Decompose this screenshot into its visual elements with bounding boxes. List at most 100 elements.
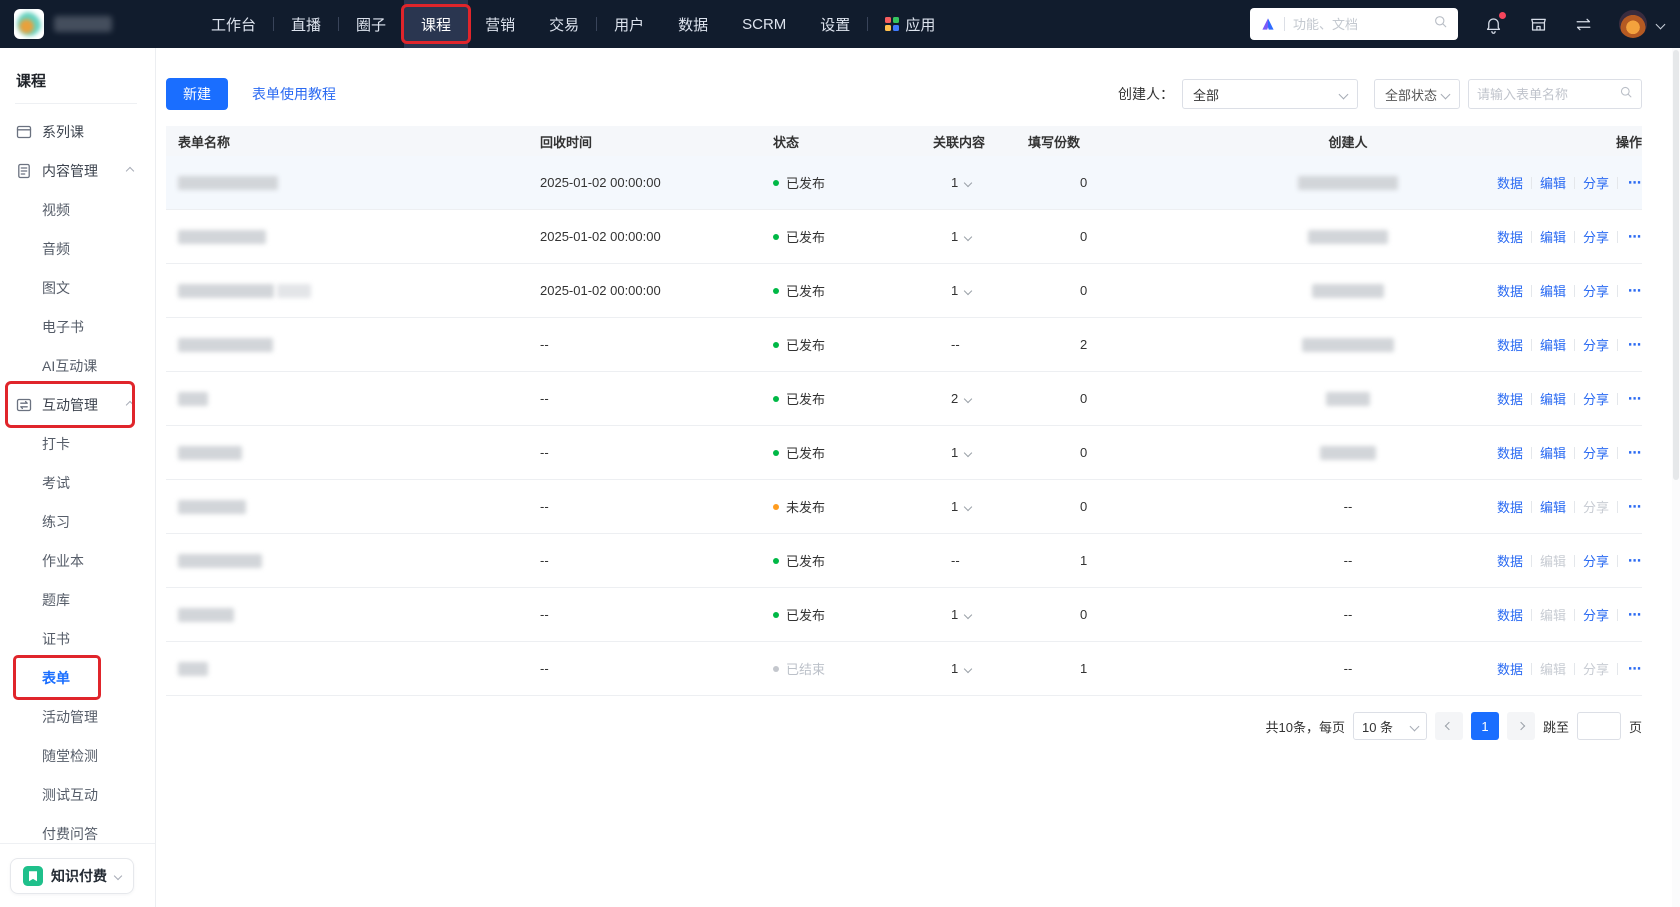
search-icon[interactable] [1433,14,1448,34]
sidebar-item-视频[interactable]: 视频 [0,190,155,229]
related-expand-chevron-icon[interactable] [963,394,973,403]
next-page-button[interactable] [1506,712,1535,740]
store-icon[interactable] [1529,15,1548,34]
search-icon[interactable] [1619,85,1633,104]
sidebar-item-题库[interactable]: 题库 [0,580,155,619]
more-actions-button[interactable]: ⋯ [1628,391,1642,407]
related-expand-chevron-icon[interactable] [963,178,973,187]
account-chevron-down-icon[interactable] [1655,19,1666,29]
related-expand-chevron-icon[interactable] [963,448,973,457]
data-action-link[interactable]: 数据 [1497,659,1523,678]
sidebar-item-活动管理[interactable]: 活动管理 [0,697,155,736]
current-page-button[interactable]: 1 [1470,712,1499,740]
edit-action-link[interactable]: 编辑 [1540,443,1566,462]
share-action-link[interactable]: 分享 [1583,605,1609,624]
nav-item-6[interactable]: 交易 [532,0,596,48]
data-action-link[interactable]: 数据 [1497,551,1523,570]
share-action-link[interactable]: 分享 [1583,551,1609,570]
more-actions-button[interactable]: ⋯ [1628,661,1642,677]
more-actions-button[interactable]: ⋯ [1628,445,1642,461]
nav-item-8[interactable]: 数据 [661,0,725,48]
sidebar-item-作业本[interactable]: 作业本 [0,541,155,580]
status-label: 未发布 [786,500,826,515]
jump-page-input[interactable] [1576,712,1621,740]
more-actions-button[interactable]: ⋯ [1628,229,1642,245]
more-actions-button[interactable]: ⋯ [1628,337,1642,353]
related-expand-chevron-icon[interactable] [963,664,973,673]
more-actions-button[interactable]: ⋯ [1628,283,1642,299]
nav-item-11[interactable]: 应用 [868,0,952,48]
switch-shop-icon[interactable] [1574,15,1593,34]
share-action-link[interactable]: 分享 [1583,443,1609,462]
nav-item-10[interactable]: 设置 [803,0,867,48]
share-action-link[interactable]: 分享 [1583,173,1609,192]
data-action-link[interactable]: 数据 [1497,227,1523,246]
more-actions-button[interactable]: ⋯ [1628,175,1642,191]
page-size-select[interactable]: 10 条 [1352,712,1427,740]
nav-item-9[interactable]: SCRM [725,0,803,48]
sidebar-item-系列课[interactable]: 系列课 [0,112,155,151]
sidebar-item-表单[interactable]: 表单 [0,655,155,700]
header-search-box[interactable] [1250,8,1458,40]
creator-filter-select[interactable]: 全部 [1182,79,1358,109]
data-action-link[interactable]: 数据 [1497,497,1523,516]
form-name-search-input[interactable] [1477,86,1613,102]
sidebar-item-随堂检测[interactable]: 随堂检测 [0,736,155,775]
related-expand-chevron-icon[interactable] [963,502,973,511]
edit-action-link[interactable]: 编辑 [1540,227,1566,246]
nav-item-4[interactable]: 课程 [401,0,472,48]
form-tutorial-link[interactable]: 表单使用教程 [252,84,336,104]
sidebar-item-证书[interactable]: 证书 [0,619,155,658]
sidebar-item-互动管理[interactable]: 互动管理 [0,381,155,428]
status-filter-select[interactable]: 全部状态 [1374,79,1460,109]
data-action-link[interactable]: 数据 [1497,605,1523,624]
edit-action-link[interactable]: 编辑 [1540,335,1566,354]
share-action-link[interactable]: 分享 [1583,389,1609,408]
nav-item-3[interactable]: 圈子 [339,0,403,48]
page-scrollbar[interactable] [1672,48,1680,907]
more-actions-button[interactable]: ⋯ [1628,553,1642,569]
data-action-link[interactable]: 数据 [1497,443,1523,462]
nav-item-1[interactable]: 工作台 [194,0,273,48]
data-action-link[interactable]: 数据 [1497,281,1523,300]
related-expand-chevron-icon[interactable] [963,610,973,619]
edit-action-link[interactable]: 编辑 [1540,281,1566,300]
sidebar-item-音频[interactable]: 音频 [0,229,155,268]
nav-item-2[interactable]: 直播 [274,0,338,48]
sidebar-item-内容管理[interactable]: 内容管理 [0,151,155,190]
product-switcher[interactable]: 知识付费 [10,857,134,894]
sidebar-item-电子书[interactable]: 电子书 [0,307,155,346]
sidebar-item-AI互动课[interactable]: AI互动课 [0,346,155,385]
share-action-link[interactable]: 分享 [1583,281,1609,300]
related-expand-chevron-icon[interactable] [963,232,973,241]
data-action-link[interactable]: 数据 [1497,389,1523,408]
share-action-link[interactable]: 分享 [1583,227,1609,246]
data-action-link[interactable]: 数据 [1497,335,1523,354]
avatar[interactable] [1619,10,1647,38]
data-action-link[interactable]: 数据 [1497,173,1523,192]
sidebar-item-练习[interactable]: 练习 [0,502,155,541]
sidebar-item-测试互动[interactable]: 测试互动 [0,775,155,814]
form-name-search-box[interactable] [1468,79,1642,109]
scrollbar-thumb[interactable] [1673,50,1679,480]
more-actions-button[interactable]: ⋯ [1628,607,1642,623]
share-action-link[interactable]: 分享 [1583,335,1609,354]
header-search-input[interactable] [1293,16,1425,32]
sidebar-item-图文[interactable]: 图文 [0,268,155,307]
more-actions-button[interactable]: ⋯ [1628,499,1642,515]
edit-action-link[interactable]: 编辑 [1540,497,1566,516]
prev-page-button[interactable] [1434,712,1463,740]
nav-item-7[interactable]: 用户 [597,0,661,48]
sidebar-item-付费问答[interactable]: 付费问答 [0,814,155,843]
chevron-up-icon[interactable] [125,166,135,175]
sidebar-item-考试[interactable]: 考试 [0,463,155,502]
workspace-logo[interactable] [14,9,44,39]
related-expand-chevron-icon[interactable] [963,286,973,295]
edit-action-link[interactable]: 编辑 [1540,173,1566,192]
sidebar-item-打卡[interactable]: 打卡 [0,424,155,463]
nav-item-5[interactable]: 营销 [468,0,532,48]
create-form-button[interactable]: 新建 [166,78,228,110]
notification-bell-icon[interactable] [1484,11,1506,34]
edit-action-link[interactable]: 编辑 [1540,389,1566,408]
chevron-up-icon[interactable] [125,400,135,409]
